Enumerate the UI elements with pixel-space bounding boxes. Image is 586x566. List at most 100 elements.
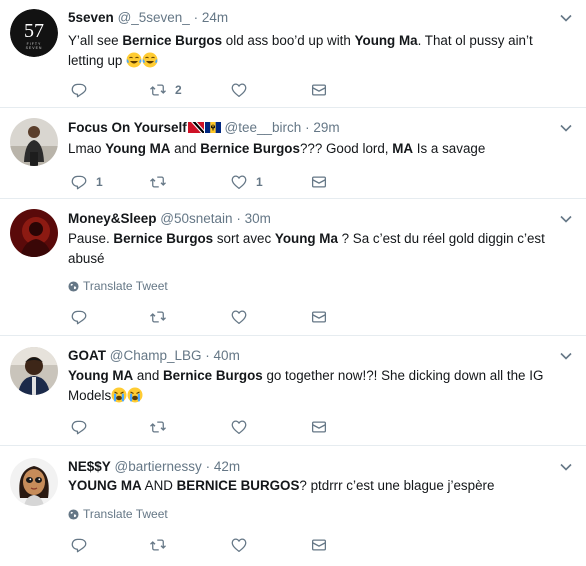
tweet-header: Money&Sleep @50snetain · 30m [68, 210, 271, 228]
separator-dot: · [205, 459, 211, 474]
direct-message-button[interactable] [310, 535, 328, 555]
retweet-button[interactable]: 2 [149, 80, 182, 100]
translate-tweet-link[interactable]: Translate Tweet [68, 278, 168, 294]
tweet[interactable]: Focus On Yourself @tee__birch · 29m Lmao… [0, 108, 586, 199]
like-button[interactable] [230, 307, 256, 327]
retweet-button[interactable] [149, 417, 175, 437]
tweet-actions: 1 1 [68, 172, 586, 192]
user-handle[interactable]: @_5seven_ [118, 10, 190, 25]
chevron-down-icon[interactable] [560, 124, 572, 132]
like-button[interactable] [230, 80, 256, 100]
reply-button[interactable] [70, 535, 96, 555]
retweet-icon [150, 421, 166, 433]
retweet-button[interactable] [149, 307, 175, 327]
display-name[interactable]: GOAT [68, 348, 106, 363]
retweet-icon [150, 84, 166, 96]
translate-tweet-link[interactable]: Translate Tweet [68, 506, 168, 522]
display-name[interactable]: NE$$Y [68, 459, 111, 474]
svg-text:57: 57 [24, 20, 44, 42]
tweet[interactable]: GOAT @Champ_LBG · 40m Young MA and Berni… [0, 336, 586, 446]
avatar[interactable] [10, 209, 58, 257]
text-segment: ??? Good lord, [299, 141, 393, 156]
timestamp[interactable]: 30m [245, 211, 271, 226]
retweet-icon [150, 311, 166, 323]
retweet-count: 2 [175, 83, 182, 97]
chevron-down-icon[interactable] [560, 463, 572, 471]
text-segment: Is a savage [413, 141, 486, 156]
user-handle[interactable]: @Champ_LBG [110, 348, 202, 363]
retweet-button[interactable] [149, 172, 175, 192]
mention-highlight: Young Ma [274, 231, 338, 246]
avatar[interactable]: 57 FIFTY SEVEN [10, 9, 58, 57]
chevron-down-icon[interactable] [560, 14, 572, 22]
reply-button[interactable] [70, 307, 96, 327]
envelope-icon [311, 421, 327, 433]
tweet-text: Young MA and Bernice Burgos go together … [68, 366, 564, 406]
direct-message-button[interactable] [310, 307, 328, 327]
tears-of-joy-emoji-icon [142, 52, 158, 68]
text-segment: and [170, 141, 201, 156]
heart-icon [231, 175, 247, 190]
mention-highlight: Bernice Burgos [200, 141, 300, 156]
envelope-icon [311, 176, 327, 188]
display-name[interactable]: Focus On Yourself [68, 120, 187, 135]
chevron-down-icon[interactable] [560, 215, 572, 223]
mention-highlight: Young MA [68, 368, 134, 383]
avatar[interactable] [10, 458, 58, 506]
avatar[interactable] [10, 118, 58, 166]
text-segment: Pause. [68, 231, 114, 246]
direct-message-button[interactable] [310, 417, 328, 437]
text-segment: old ass boo’d up with [222, 33, 355, 48]
heart-icon [231, 83, 247, 98]
svg-text:SEVEN: SEVEN [26, 46, 43, 50]
direct-message-button[interactable] [310, 172, 328, 192]
tweet[interactable]: NE$$Y @bartiernessy · 42m YOUNG MA AND B… [0, 446, 586, 566]
display-name[interactable]: 5seven [68, 10, 114, 25]
heart-icon [231, 420, 247, 435]
tweet-text: Pause. Bernice Burgos sort avec Young Ma… [68, 229, 564, 269]
separator-dot: · [305, 120, 310, 135]
retweet-button[interactable] [149, 535, 175, 555]
reply-icon [71, 420, 87, 435]
like-button[interactable] [230, 535, 256, 555]
tweet-timeline: 57 FIFTY SEVEN 5seven @_5seven_ · 24m Y’… [0, 0, 586, 566]
tweet-header: NE$$Y @bartiernessy · 42m [68, 458, 240, 476]
timestamp[interactable]: 24m [202, 10, 228, 25]
chevron-down-icon[interactable] [560, 352, 572, 360]
user-handle[interactable]: @tee__birch [225, 120, 302, 135]
barbados-flag-icon [204, 122, 221, 133]
reply-button[interactable]: 1 [70, 172, 103, 192]
tweet-actions: 2 [68, 80, 586, 100]
like-button[interactable]: 1 [230, 172, 263, 192]
separator-dot: · [236, 211, 241, 226]
reply-button[interactable] [70, 417, 96, 437]
display-name[interactable]: Money&Sleep [68, 211, 157, 226]
tweet-header: Focus On Yourself @tee__birch · 29m [68, 119, 340, 137]
text-segment: sort avec [213, 231, 275, 246]
user-handle[interactable]: @bartiernessy [115, 459, 202, 474]
user-handle[interactable]: @50snetain [160, 211, 232, 226]
text-segment: AND [141, 478, 177, 493]
tweet[interactable]: 57 FIFTY SEVEN 5seven @_5seven_ · 24m Y’… [0, 0, 586, 108]
retweet-icon [150, 539, 166, 551]
timestamp[interactable]: 40m [214, 348, 240, 363]
crying-emoji-icon [127, 387, 143, 403]
reply-icon [71, 310, 87, 325]
reply-icon [71, 83, 87, 98]
reply-icon [71, 538, 87, 553]
like-button[interactable] [230, 417, 256, 437]
direct-message-button[interactable] [310, 80, 328, 100]
tweet[interactable]: Money&Sleep @50snetain · 30m Pause. Bern… [0, 199, 586, 336]
tweet-header: 5seven @_5seven_ · 24m [68, 9, 228, 27]
mention-highlight: Bernice Burgos [113, 231, 214, 246]
heart-icon [231, 310, 247, 325]
avatar[interactable] [10, 347, 58, 395]
reply-button[interactable] [70, 80, 96, 100]
tweet-text: YOUNG MA AND BERNICE BURGOS? ptdrrr c’es… [68, 476, 564, 496]
timestamp[interactable]: 29m [313, 120, 339, 135]
mention-highlight: Young Ma [354, 33, 418, 48]
like-count: 1 [256, 175, 263, 189]
text-segment: ? ptdrrr c’est une blague j’espère [299, 478, 495, 493]
timestamp[interactable]: 42m [214, 459, 240, 474]
mention-highlight: YOUNG MA [68, 478, 142, 493]
